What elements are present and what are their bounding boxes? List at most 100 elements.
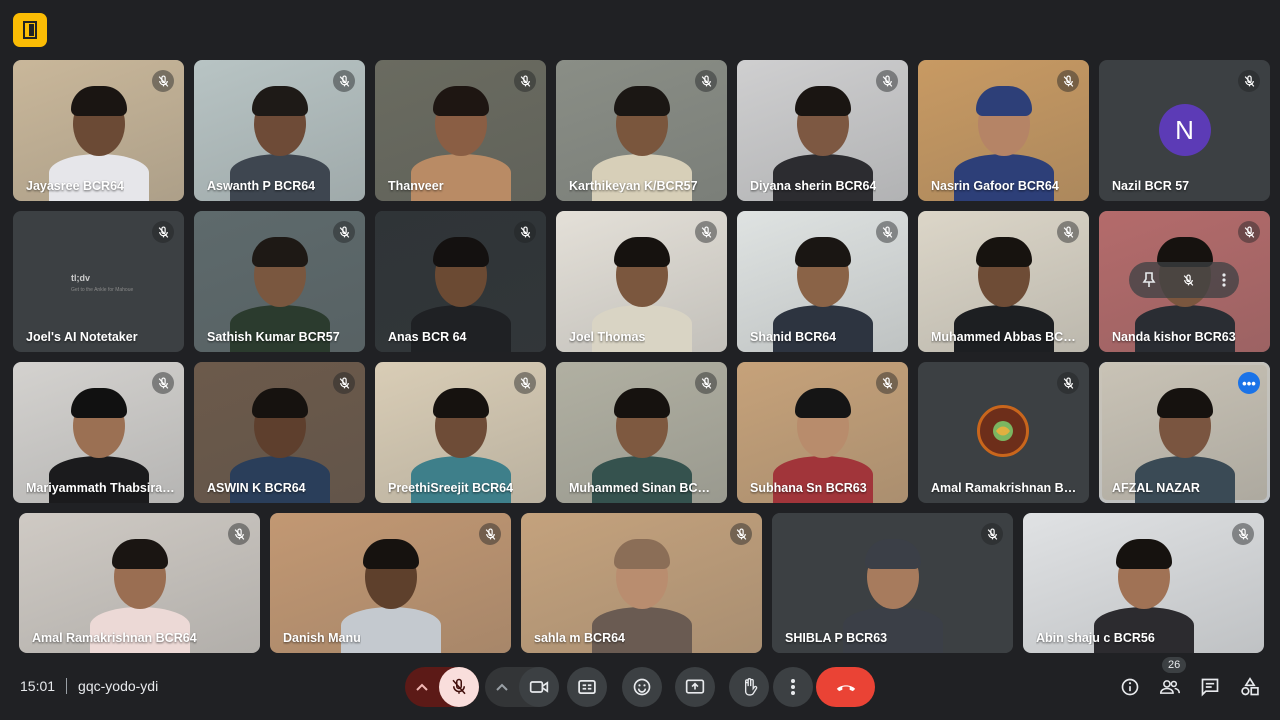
participant-hair	[432, 237, 489, 267]
camera-toggle-button[interactable]	[519, 667, 559, 707]
mic-off-icon	[520, 75, 530, 87]
participant-tile[interactable]: Nanda kishor BCR63	[1099, 211, 1270, 352]
participant-tile[interactable]: Muhammed Sinan BCR64	[556, 362, 727, 503]
meeting-code[interactable]: gqc-yodo-ydi	[78, 678, 158, 694]
mic-off-icon	[339, 377, 349, 389]
video-settings-button[interactable]	[485, 667, 519, 707]
captions-button[interactable]	[567, 667, 607, 707]
raise-hand-button[interactable]	[729, 667, 769, 707]
participant-tile[interactable]: Aswanth P BCR64	[194, 60, 365, 201]
participant-tile[interactable]: N Nazil BCR 57	[1099, 60, 1270, 201]
participant-name: PreethiSreejit BCR64	[388, 481, 514, 495]
participant-body	[340, 607, 441, 653]
muted-indicator	[1238, 70, 1260, 92]
participant-tile[interactable]: Danish Manu	[270, 513, 511, 653]
mic-off-icon	[1063, 226, 1073, 238]
participant-tile[interactable]: Jayasree BCR64	[13, 60, 184, 201]
participant-hair	[70, 388, 127, 418]
more-options-button[interactable]	[773, 667, 813, 707]
microphone-toggle-button[interactable]	[439, 667, 479, 707]
muted-indicator	[695, 70, 717, 92]
participant-body	[410, 305, 511, 352]
chat-icon	[1201, 678, 1219, 697]
activities-button[interactable]	[1240, 677, 1260, 697]
participant-tile[interactable]: Anas BCR 64	[375, 211, 546, 352]
dragon-icon	[993, 421, 1013, 441]
mic-off-icon	[485, 528, 495, 540]
participant-body	[48, 154, 149, 201]
muted-indicator	[981, 523, 1003, 545]
leave-call-button[interactable]	[816, 667, 875, 707]
participant-tile[interactable]: Diyana sherin BCR64	[737, 60, 908, 201]
chevron-up-icon	[496, 683, 508, 691]
activities-icon	[1241, 677, 1259, 696]
participant-tile[interactable]: Subhana Sn BCR63	[737, 362, 908, 503]
participant-body	[772, 456, 873, 503]
participant-tile[interactable]: sahla m BCR64	[521, 513, 762, 653]
divider	[66, 678, 68, 694]
participant-tile[interactable]: Mariyammath Thabsira ...	[13, 362, 184, 503]
participant-name: ASWIN K BCR64	[207, 481, 306, 495]
mic-off-icon	[701, 226, 711, 238]
participant-tile[interactable]: ••• AFZAL NAZAR	[1099, 362, 1270, 503]
side-panel-buttons: 26	[1120, 657, 1260, 697]
emoji-reaction-button[interactable]	[622, 667, 662, 707]
chat-button[interactable]	[1200, 677, 1220, 697]
mic-off-icon	[158, 377, 168, 389]
participant-body	[842, 607, 943, 653]
participant-name: Sathish Kumar BCR57	[207, 330, 340, 344]
participant-tile[interactable]: Thanveer	[375, 60, 546, 201]
participant-tile[interactable]: Shanid BCR64	[737, 211, 908, 352]
muted-indicator	[333, 372, 355, 394]
info-icon	[1121, 678, 1139, 696]
audio-settings-button[interactable]	[405, 667, 439, 707]
participant-body	[1093, 607, 1194, 653]
participant-name: Nasrin Gafoor BCR64	[931, 179, 1059, 193]
mic-off-icon	[882, 75, 892, 87]
participant-name: Jayasree BCR64	[26, 179, 124, 193]
present-screen-button[interactable]	[675, 667, 715, 707]
muted-indicator	[695, 372, 717, 394]
participant-hair	[1115, 539, 1172, 569]
more-vert-icon[interactable]	[1222, 273, 1226, 287]
participant-tile[interactable]: Sathish Kumar BCR57	[194, 211, 365, 352]
muted-indicator	[876, 372, 898, 394]
participant-tile[interactable]: ASWIN K BCR64	[194, 362, 365, 503]
participant-tile[interactable]: Abin shaju c BCR56	[1023, 513, 1264, 653]
people-button[interactable]: 26	[1160, 657, 1187, 697]
participant-body	[410, 456, 511, 503]
participant-tile[interactable]: Amal Ramakrishnan BCR64	[19, 513, 260, 653]
door-icon	[23, 21, 37, 39]
meeting-logo-button[interactable]	[13, 13, 47, 47]
mic-off-icon	[1063, 377, 1073, 389]
participant-avatar: N	[1158, 104, 1211, 156]
tile-options-button[interactable]: •••	[1238, 372, 1260, 394]
muted-indicator	[228, 523, 250, 545]
participant-hair	[251, 86, 308, 116]
mic-off-icon	[158, 226, 168, 238]
participant-tile[interactable]: Karthikeyan K/BCR57	[556, 60, 727, 201]
participant-name: Amal Ramakrishnan BC...	[931, 481, 1081, 495]
participant-body	[953, 305, 1054, 352]
participant-tile[interactable]: tl;dv Get to the Ankle for Mahoue Joel's A…	[13, 211, 184, 352]
participant-tile[interactable]: Nasrin Gafoor BCR64	[918, 60, 1089, 201]
mic-off-icon	[158, 75, 168, 87]
participant-body	[229, 456, 330, 503]
participant-tile[interactable]: Amal Ramakrishnan BC...	[918, 362, 1089, 503]
participant-hair	[975, 86, 1032, 116]
pin-icon[interactable]	[1142, 272, 1156, 288]
participant-hair	[794, 86, 851, 116]
participant-hair	[613, 388, 670, 418]
muted-indicator	[514, 221, 536, 243]
participant-tile[interactable]: SHIBLA P BCR63	[772, 513, 1013, 653]
camera-icon	[529, 681, 549, 693]
muted-indicator	[152, 221, 174, 243]
profile-logo	[977, 405, 1029, 457]
mic-off-icon	[520, 377, 530, 389]
meeting-details-button[interactable]	[1120, 677, 1140, 697]
participant-tile[interactable]: Joel Thomas	[556, 211, 727, 352]
participant-tile[interactable]: Muhammed Abbas BCR...	[918, 211, 1089, 352]
participant-hair	[975, 237, 1032, 267]
participant-tile[interactable]: PreethiSreejit BCR64	[375, 362, 546, 503]
participant-name: Nanda kishor BCR63	[1112, 330, 1236, 344]
